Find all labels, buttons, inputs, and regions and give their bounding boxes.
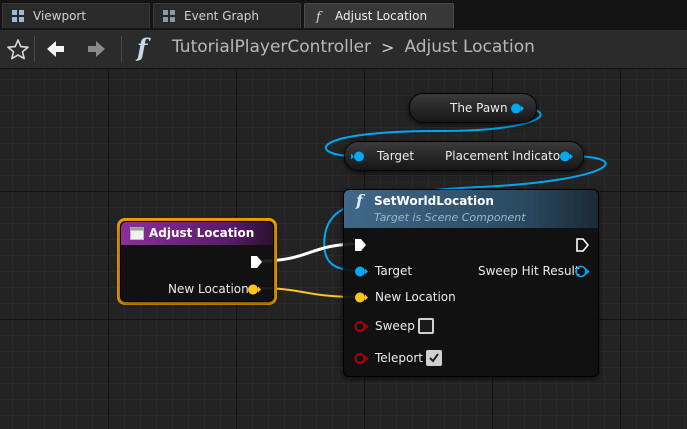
node-title: SetWorldLocation [374, 194, 494, 208]
favorite-star-icon[interactable] [6, 38, 30, 60]
placement-indicator-node[interactable]: Target Placement Indicator [344, 141, 584, 171]
breadcrumb: TutorialPlayerController > Adjust Locati… [172, 37, 535, 57]
target-input-pin-icon[interactable] [351, 150, 365, 163]
tab-bar: Viewport Event Graph f Adjust Location [0, 0, 687, 31]
function-icon: f [315, 10, 323, 23]
forward-arrow-icon[interactable] [84, 38, 108, 60]
placement-indicator-label: Placement Indicator [445, 149, 566, 163]
node-subtitle: Target is Scene Component [374, 211, 526, 224]
new-location-label: New Location [375, 290, 456, 304]
new-location-label: New Location [168, 282, 249, 296]
set-world-location-node[interactable]: f SetWorldLocation Target is Scene Compo… [343, 189, 599, 377]
object-output-pin-icon[interactable] [559, 150, 573, 163]
vector-output-pin-icon[interactable] [247, 283, 261, 296]
the-pawn-label: The Pawn [450, 101, 508, 115]
toolbar-divider [34, 36, 35, 62]
breadcrumb-separator: > [381, 37, 395, 57]
target-label: Target [375, 264, 413, 278]
struct-output-pin-icon[interactable] [574, 265, 590, 278]
exec-output-pin-icon[interactable] [576, 238, 589, 252]
breadcrumb-function: Adjust Location [404, 37, 535, 57]
tab-event-graph[interactable]: Event Graph [153, 3, 301, 28]
tab-viewport[interactable]: Viewport [2, 3, 150, 28]
the-pawn-node[interactable]: The Pawn [409, 93, 537, 123]
teleport-checkbox[interactable] [426, 350, 442, 366]
graph-toolbar: f TutorialPlayerController > Adjust Loca… [0, 30, 687, 69]
function-glyph-icon: f [137, 33, 148, 62]
svg-text:f: f [315, 10, 323, 23]
target-input-pin-icon[interactable] [354, 265, 368, 278]
tab-viewport-label: Viewport [33, 9, 87, 23]
function-entry-icon [130, 227, 144, 240]
exec-output-pin-icon[interactable] [250, 255, 263, 269]
bool-input-pin-icon[interactable] [354, 352, 370, 365]
vector-input-pin-icon[interactable] [354, 291, 368, 304]
teleport-label: Teleport [375, 351, 423, 365]
graph-canvas[interactable]: The Pawn Target Placement Indicator f Se… [0, 69, 687, 429]
exec-input-pin-icon[interactable] [354, 238, 367, 252]
sweep-hit-result-label: Sweep Hit Result [478, 264, 580, 278]
tab-adjust-location[interactable]: f Adjust Location [304, 3, 454, 28]
adjust-location-node[interactable]: Adjust Location New Location [120, 221, 274, 302]
event-graph-icon [163, 10, 175, 22]
bool-input-pin-icon[interactable] [354, 320, 370, 333]
breadcrumb-blueprint[interactable]: TutorialPlayerController [172, 37, 371, 57]
sweep-checkbox[interactable] [418, 318, 434, 334]
tab-adjust-location-label: Adjust Location [335, 9, 428, 23]
node-title: Adjust Location [149, 226, 255, 240]
back-arrow-icon[interactable] [44, 38, 68, 60]
placement-target-label: Target [377, 149, 415, 163]
function-icon: f [356, 191, 363, 210]
viewport-icon [12, 10, 24, 22]
checkmark-icon [429, 353, 439, 363]
sweep-label: Sweep [375, 319, 415, 333]
toolbar-divider [121, 36, 122, 62]
tab-event-graph-label: Event Graph [184, 9, 259, 23]
object-output-pin-icon[interactable] [510, 102, 524, 115]
